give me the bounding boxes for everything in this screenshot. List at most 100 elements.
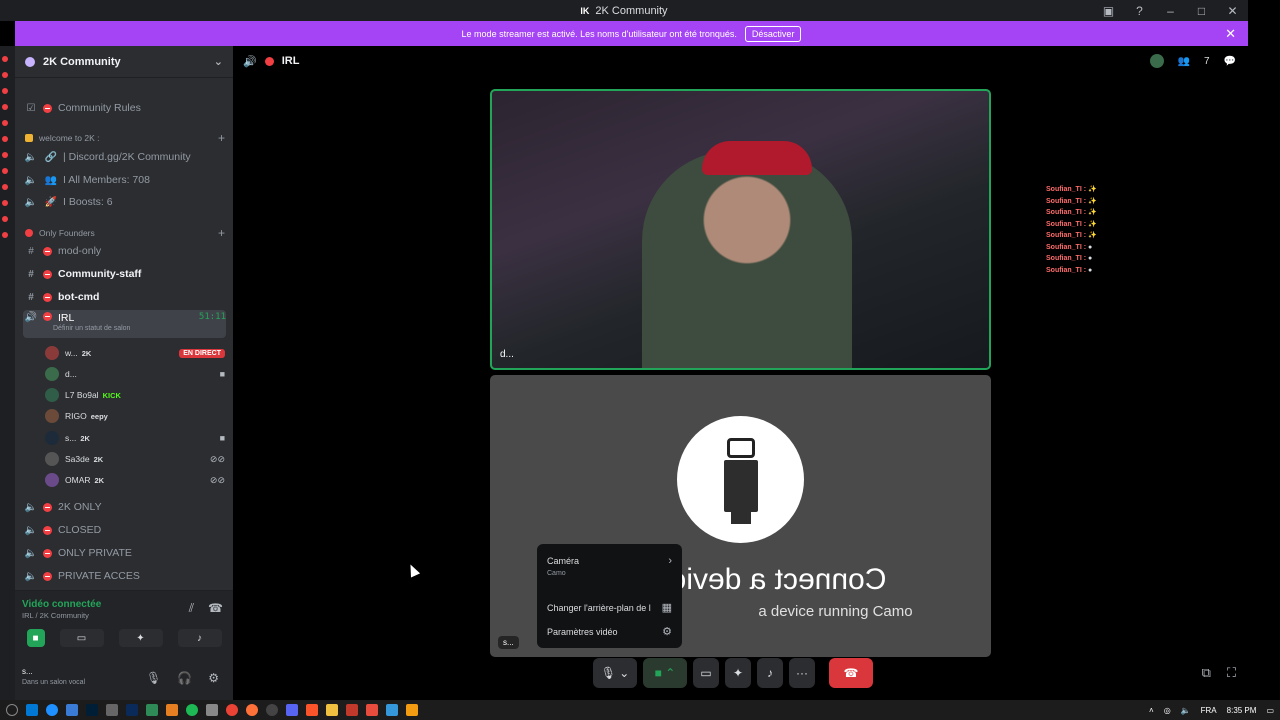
category-founders[interactable]: Only Founders + [25,226,225,240]
edge-icon[interactable] [46,704,58,716]
voice-user[interactable]: d... ■ [45,364,225,384]
brave-icon[interactable] [306,704,318,716]
server-badge[interactable] [2,200,8,206]
server-badge[interactable] [2,136,8,142]
taskbar-app-icon[interactable] [166,704,178,716]
tray-overflow-icon[interactable]: ˄ [1149,706,1154,715]
video-tile-speaker[interactable]: d... [490,89,991,370]
camera-select-item[interactable]: Caméra › [547,555,672,567]
settings-gear-icon[interactable]: ⚙ [208,671,219,685]
soundboard-button[interactable]: ♪ [757,658,783,688]
close-window-icon[interactable]: ✕ [1217,4,1248,18]
server-badge[interactable] [2,184,8,190]
channel-only-private[interactable]: 🔈 ONLY PRIVATE [23,543,226,563]
channel-rules[interactable]: ☑ Community Rules [23,98,226,118]
channel-discord-link[interactable]: 🔈 🔗 | Discord.gg/2K Community [23,147,226,167]
add-channel-icon[interactable]: + [218,226,225,240]
mute-button[interactable]: 🎙 ⌄ [593,658,637,688]
camera-toggle-button[interactable]: ■ [26,629,45,647]
server-badge[interactable] [2,88,8,94]
taskbar-app-icon[interactable] [66,704,78,716]
chat-icon[interactable]: 💬 [1224,56,1236,67]
change-background-item[interactable]: Changer l'arrière-plan de l ▦ [547,601,672,614]
taskbar-app-icon[interactable] [366,704,378,716]
folder-icon[interactable] [326,704,338,716]
notifications-icon[interactable]: ▭ [1266,706,1274,715]
spotify-icon[interactable] [186,704,198,716]
video-settings-item[interactable]: Paramètres vidéo ⚙ [547,625,672,638]
activity-icon[interactable] [1149,54,1164,68]
camera-button[interactable]: ■ ⌃ [643,658,687,688]
taskbar-app-icon[interactable] [146,704,158,716]
activities-button[interactable]: ✦ [725,658,751,688]
taskbar-app-icon[interactable] [126,704,138,716]
network-icon[interactable]: ◎ [1164,706,1171,715]
channel-community-staff[interactable]: # Community-staff [23,264,226,284]
activities-button[interactable]: ✦ [118,629,163,647]
taskbar-app-icon[interactable] [406,704,418,716]
close-banner-icon[interactable]: ✕ [1225,26,1236,42]
voice-user[interactable]: Sa3de 2K ⊘⊘ [45,449,225,469]
chrome-icon[interactable] [226,704,238,716]
microphone-icon[interactable]: 🎙 [146,671,161,685]
popout-icon[interactable]: ⧉ [1202,665,1211,681]
task-view-icon[interactable] [26,704,38,716]
help-icon[interactable]: ? [1124,4,1155,18]
more-options-button[interactable]: ··· [789,658,815,688]
taskbar-app-icon[interactable] [206,704,218,716]
channel-status[interactable]: Définir un statut de salon [53,325,130,332]
voice-user[interactable]: RIGO eepy [45,406,225,426]
soundboard-button[interactable]: ♪ [177,629,222,647]
server-badge[interactable] [2,216,8,222]
taskbar-app-icon[interactable] [266,704,278,716]
server-badge[interactable] [2,104,8,110]
disconnect-icon[interactable]: ☎ [208,601,223,616]
channel-bot-cmd[interactable]: # bot-cmd [23,287,226,307]
voice-status[interactable]: Vidéo connectée [22,599,101,610]
language-indicator[interactable]: FRA [1201,706,1217,715]
current-user-name[interactable]: s... [22,667,33,676]
taskbar-app-icon[interactable] [106,704,118,716]
taskbar-app-icon[interactable] [346,704,358,716]
channel-boosts[interactable]: 🔈 🚀 I Boosts: 6 [23,192,226,212]
channel-2k-only[interactable]: 🔈 2K ONLY [23,497,226,517]
channel-mod-only[interactable]: # mod-only [23,241,226,261]
discord-icon[interactable] [286,704,298,716]
server-badge[interactable] [2,152,8,158]
screen-share-button[interactable]: ▭ [59,629,104,647]
server-badge[interactable] [2,232,8,238]
volume-icon[interactable]: 🔈 [1181,706,1191,715]
disable-streamer-button[interactable]: Désactiver [744,25,802,42]
channel-private-acces[interactable]: 🔈 PRIVATE ACCES [23,566,226,586]
noise-suppression-icon[interactable]: ⫽ [189,601,194,616]
speaker-icon: 🔊 [24,312,38,323]
photoshop-icon[interactable] [86,704,98,716]
guild-header[interactable]: 2K Community ⌄ [15,46,233,78]
maximize-icon[interactable]: □ [1186,4,1217,18]
minimize-icon[interactable]: – [1155,4,1186,18]
server-badge[interactable] [2,168,8,174]
voice-user[interactable]: L7 Bo9al KICK [45,385,225,405]
headphones-icon[interactable]: 🎧 [177,671,192,685]
channel-closed[interactable]: 🔈 CLOSED [23,520,226,540]
category-welcome[interactable]: welcome to 2K : + [25,131,225,145]
firefox-icon[interactable] [246,704,258,716]
voice-location[interactable]: IRL / 2K Community [22,611,89,620]
inbox-icon[interactable]: ▣ [1093,4,1124,18]
voice-user[interactable]: s... 2K ■ [45,428,225,448]
search-icon[interactable] [6,704,18,716]
channel-members[interactable]: 🔈 👥 I All Members: 708 [23,170,226,190]
clock[interactable]: 8:35 PM [1227,706,1257,715]
screen-share-button[interactable]: ▭ [693,658,719,688]
fullscreen-icon[interactable]: ⛶ [1227,665,1236,681]
taskbar-app-icon[interactable] [386,704,398,716]
participants-icon[interactable]: 👥 [1178,56,1190,67]
server-badge[interactable] [2,72,8,78]
add-channel-icon[interactable]: + [218,131,225,145]
voice-user[interactable]: OMAR 2K ⊘⊘ [45,470,225,490]
server-badge[interactable] [2,56,8,62]
channel-irl[interactable]: 🔊 IRL 51:11 Définir un statut de salon [23,310,226,338]
server-badge[interactable] [2,120,8,126]
voice-user[interactable]: w... 2K EN DIRECT [45,343,225,363]
disconnect-call-button[interactable]: ☎ [829,658,873,688]
